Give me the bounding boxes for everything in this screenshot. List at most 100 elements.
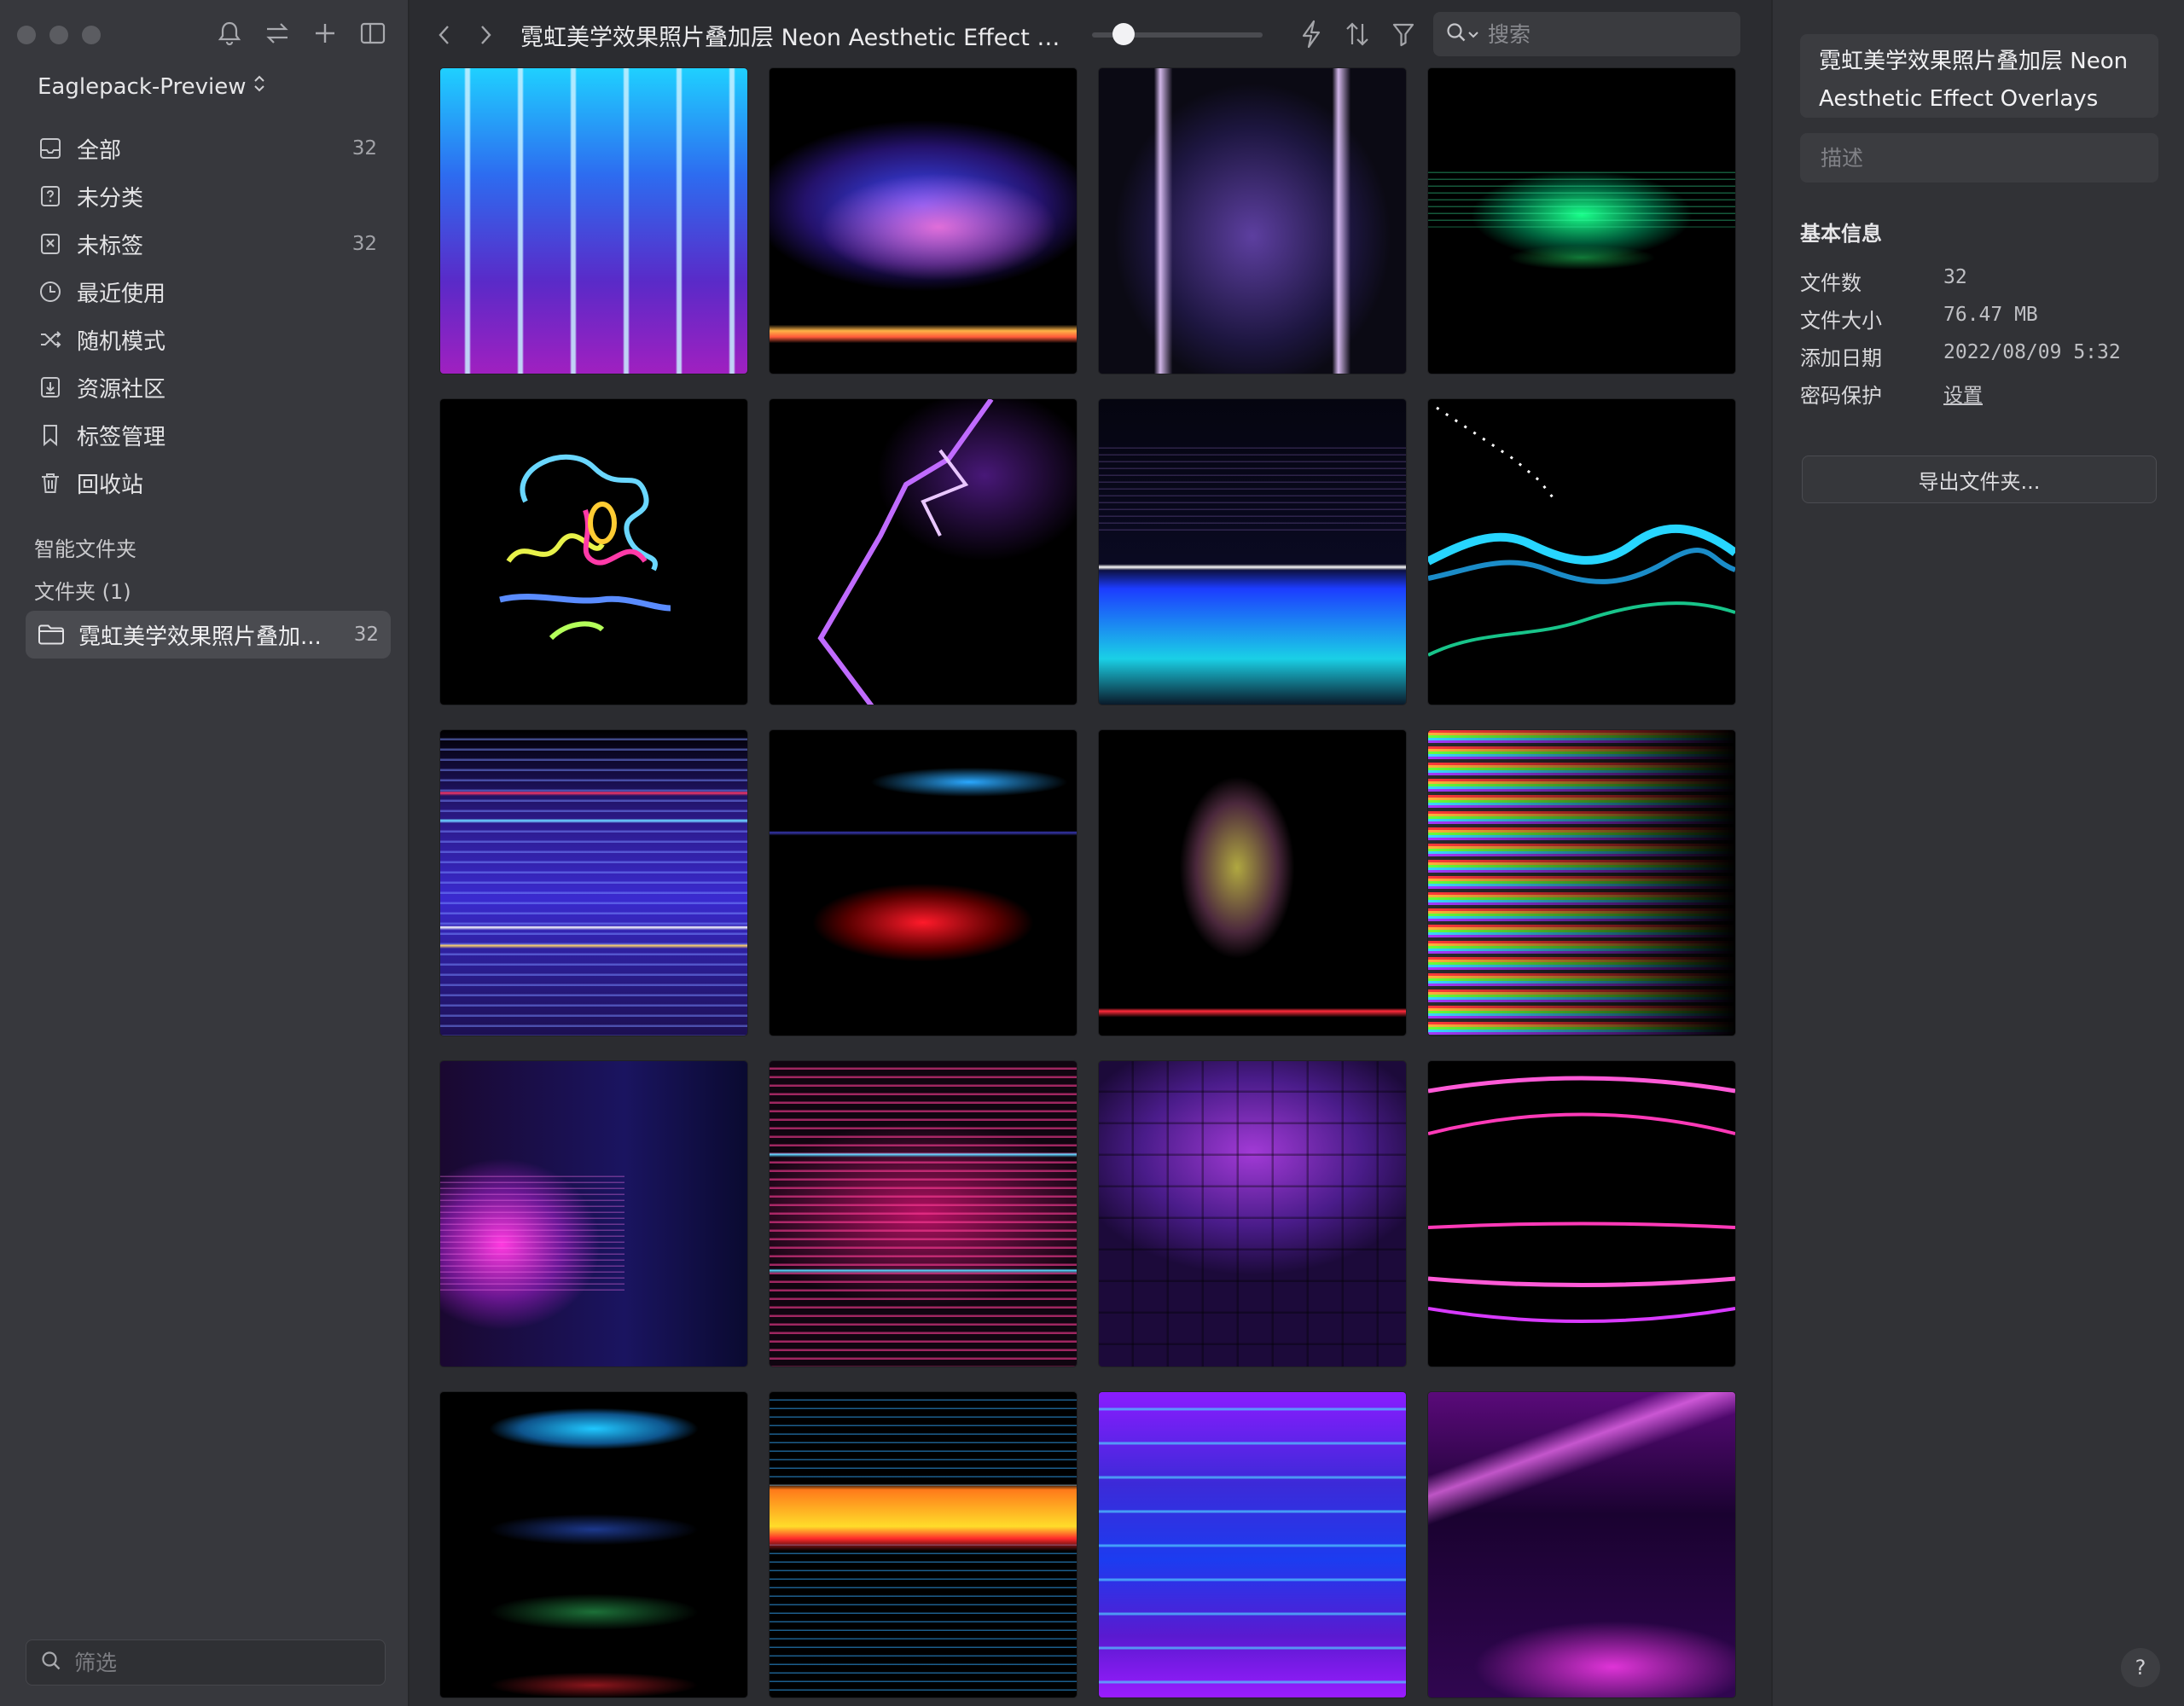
description-field	[1800, 133, 2158, 183]
thumbnail-green-horizon-glow[interactable]	[1428, 68, 1735, 374]
sidebar-item-label: 全部	[77, 137, 122, 164]
info-value: 76.47 MB	[1943, 304, 2038, 326]
sidebar-item-random[interactable]: 随机模式	[26, 316, 389, 363]
info-row-date-added: 添加日期 2022/08/09 5:32	[1800, 341, 2121, 371]
thumbnail-purple-lightning[interactable]	[770, 399, 1077, 705]
info-value: 32	[1943, 266, 1967, 288]
smart-folders-title[interactable]: 智能文件夹	[34, 532, 136, 562]
sidebar-nav: 全部 32 未分类 未标签 32 最近使用 随机模式 资源社区 标签管理 回收站	[26, 125, 389, 507]
sync-arrows-icon[interactable]	[263, 19, 292, 48]
bell-icon[interactable]	[215, 19, 244, 48]
chevron-right-icon	[481, 26, 491, 44]
thumbnail-cyan-waves[interactable]	[1428, 399, 1735, 705]
sidebar-toggle-icon[interactable]	[358, 19, 387, 48]
thumbnail-blue-purple-streaks[interactable]	[1099, 1392, 1406, 1697]
forward-button[interactable]	[466, 15, 505, 55]
thumbnail-pink-neon-arcs[interactable]	[1428, 1061, 1735, 1367]
view-tools	[1297, 17, 1418, 51]
thumbnail-multicolor-streaks[interactable]	[440, 730, 747, 1036]
thumbnail-yellow-pink-tower[interactable]	[1099, 730, 1406, 1036]
sidebar-folder-active[interactable]: 霓虹美学效果照片叠加... 32	[26, 611, 391, 659]
filter-input[interactable]	[73, 1649, 366, 1676]
sidebar-item-uncategorized[interactable]: 未分类	[26, 172, 389, 220]
sidebar-item-label: 未分类	[77, 185, 144, 212]
thumbnail-size-slider[interactable]	[1092, 23, 1263, 45]
filter-funnel-icon[interactable]	[1389, 17, 1418, 51]
app-window: Eaglepack-Preview 全部 32 未分类 未标签 32 最近使用 …	[0, 0, 2184, 1706]
thumbnail-purple-neon-arch[interactable]	[1099, 68, 1406, 374]
folder-name-field[interactable]: 霓虹美学效果照片叠加层 Neon Aesthetic Effect Overla…	[1800, 34, 2158, 118]
info-key: 文件数	[1800, 271, 1862, 295]
info-row-password: 密码保护 设置	[1800, 379, 1983, 409]
untagged-icon	[38, 231, 63, 257]
sidebar: Eaglepack-Preview 全部 32 未分类 未标签 32 最近使用 …	[0, 0, 410, 1706]
chevron-down-icon[interactable]	[1467, 26, 1479, 43]
thumbnail-purple-tiled-floor[interactable]	[1099, 1061, 1406, 1367]
sidebar-item-untagged[interactable]: 未标签 32	[26, 220, 389, 268]
lightning-icon[interactable]	[1297, 17, 1326, 51]
thumbnail-magenta-sweep[interactable]	[1428, 1392, 1735, 1697]
library-name: Eaglepack-Preview	[38, 73, 247, 100]
thumbnail-cyan-green-blocks[interactable]	[440, 1392, 747, 1697]
thumbnail-orange-yellow-streak[interactable]	[770, 1392, 1077, 1697]
sidebar-item-recent[interactable]: 最近使用	[26, 268, 389, 316]
info-key: 文件大小	[1800, 309, 1882, 333]
trash-icon	[38, 470, 63, 496]
password-set-link[interactable]: 设置	[1943, 379, 1983, 409]
question-box-icon	[38, 183, 63, 209]
search-icon	[1445, 21, 1467, 47]
inspector-panel: 霓虹美学效果照片叠加层 Neon Aesthetic Effect Overla…	[1771, 0, 2184, 1706]
info-row-file-count: 文件数 32	[1800, 266, 1967, 296]
bookmark-icon	[38, 422, 63, 448]
chevron-left-icon	[439, 26, 449, 44]
clock-icon	[38, 279, 63, 305]
thumbnail-magenta-motion[interactable]	[440, 1061, 747, 1367]
folders-title[interactable]: 文件夹 (1)	[34, 575, 131, 605]
thumbnail-neon-scribble[interactable]	[440, 399, 747, 705]
sidebar-item-label: 资源社区	[77, 376, 166, 403]
folder-icon	[38, 622, 67, 647]
sidebar-item-label: 最近使用	[77, 281, 166, 307]
sidebar-item-label: 未标签	[77, 233, 144, 259]
thumbnail-rainbow-streaks[interactable]	[1428, 730, 1735, 1036]
sidebar-item-label: 回收站	[77, 472, 144, 498]
sidebar-item-trash[interactable]: 回收站	[26, 459, 389, 507]
close-window-button[interactable]	[17, 26, 36, 44]
search-input[interactable]	[1486, 20, 1711, 48]
inbox-icon	[38, 136, 63, 161]
thumbnail-grid	[440, 68, 1737, 1697]
thumbnail-blue-cyan-horizon[interactable]	[1099, 399, 1406, 705]
toolbar-search	[1433, 12, 1740, 56]
sort-icon[interactable]	[1343, 17, 1372, 51]
shuffle-icon	[38, 327, 63, 352]
library-switcher[interactable]: Eaglepack-Preview	[38, 73, 266, 100]
back-button[interactable]	[425, 15, 464, 55]
sidebar-filter	[26, 1639, 386, 1686]
sidebar-item-community[interactable]: 资源社区	[26, 363, 389, 411]
sidebar-toolbar	[215, 19, 387, 48]
plus-icon[interactable]	[311, 19, 340, 48]
sidebar-item-all[interactable]: 全部 32	[26, 125, 389, 172]
help-button[interactable]: ?	[2121, 1648, 2160, 1687]
thumbnail-pink-stripes-cyan[interactable]	[770, 1061, 1077, 1367]
basic-info-title: 基本信息	[1800, 222, 1882, 246]
thumbnail-neon-vertical-stripes[interactable]	[440, 68, 747, 374]
sidebar-item-label: 标签管理	[77, 424, 166, 450]
folder-title: 霓虹美学效果照片叠加层 Neon Aesthetic Effect O...	[520, 24, 1066, 51]
info-key: 密码保护	[1800, 384, 1882, 408]
window-controls	[17, 26, 101, 44]
sidebar-item-label: 随机模式	[77, 328, 166, 355]
export-folder-button[interactable]: 导出文件夹...	[1802, 456, 2157, 503]
zoom-window-button[interactable]	[82, 26, 101, 44]
info-row-file-size: 文件大小 76.47 MB	[1800, 304, 2038, 334]
folder-count: 32	[353, 624, 379, 646]
description-input[interactable]	[1819, 144, 2140, 171]
search-icon	[40, 1650, 62, 1675]
slider-knob[interactable]	[1112, 23, 1136, 45]
minimize-window-button[interactable]	[49, 26, 68, 44]
sidebar-item-count: 32	[351, 137, 377, 160]
thumbnail-blue-pink-glow[interactable]	[770, 68, 1077, 374]
thumbnail-blue-red-blur[interactable]	[770, 730, 1077, 1036]
sidebar-item-tags[interactable]: 标签管理	[26, 411, 389, 459]
info-key: 添加日期	[1800, 346, 1882, 370]
